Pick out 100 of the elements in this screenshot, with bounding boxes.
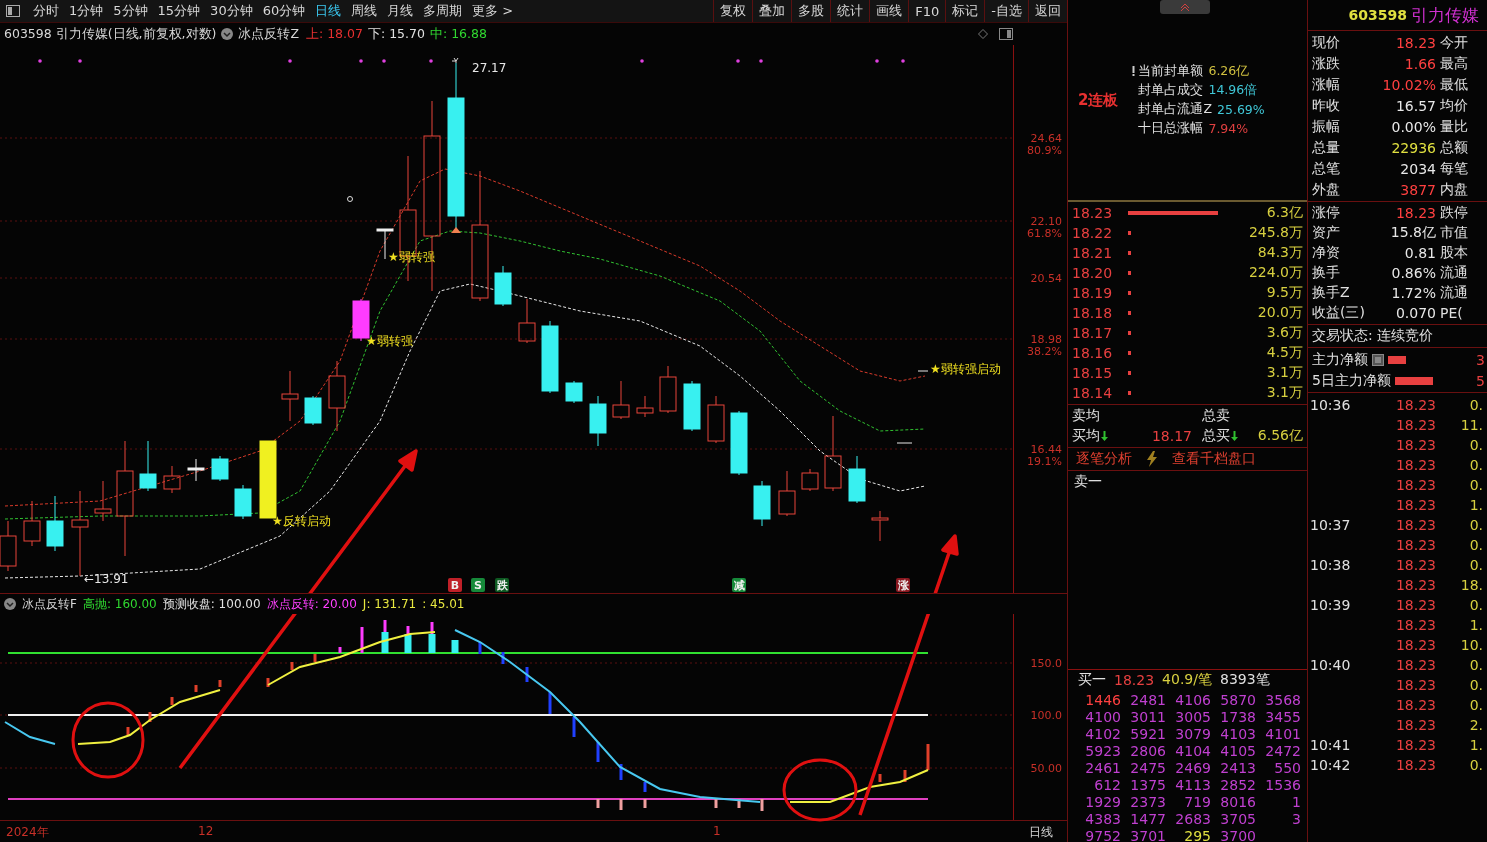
seal-value: 7.94% [1208,121,1249,136]
ask-price: 18.22 [1072,225,1114,241]
chart-title: 603598 引力传媒(日线,前复权,对数) [4,25,217,43]
indicator-bar [194,685,198,692]
tick-volume: 1. [1468,617,1484,633]
sell-total-label: 总卖 [1202,407,1230,425]
period-tab[interactable]: 多周期 [418,0,468,22]
buy-one-price: 18.23 [1114,672,1155,688]
toolbar-button[interactable]: 画线 [869,0,909,22]
indicator-bar [596,799,600,808]
indicator-line [4,721,56,745]
candlestick [187,458,205,482]
candlestick [612,380,630,420]
tick-time: 10:42 [1310,757,1351,773]
period-tab[interactable]: 5分钟 [108,0,153,22]
stat-label: 涨跌 [1312,54,1341,73]
tick-price: 18.23 [1394,657,1436,673]
peak-arrow-icon [451,57,459,64]
queue-volume: 2852 [1219,777,1256,794]
candlestick [730,410,748,476]
limit-up-label: 2连板 [1078,90,1119,110]
signal-dot [359,59,363,63]
indicator-value: 下: 15.70 [367,25,425,43]
tick-analysis-link[interactable]: 逐笔分析 [1076,450,1132,468]
marker-circle [347,196,353,202]
queue-volume: 3455 [1264,709,1301,726]
indicator-bar [643,799,647,808]
panel-toggle-icon[interactable] [999,28,1013,40]
period-label: 日线 [1029,824,1053,841]
flow-value: 5 [1476,372,1486,389]
indicator-bar [643,782,647,792]
document-icon[interactable] [1372,353,1384,366]
toolbar-button[interactable]: 叠加 [752,0,792,22]
period-tab[interactable]: 60分钟 [257,0,311,22]
toolbar-button[interactable]: 返回 [1028,0,1067,22]
candlestick [163,465,181,494]
stat-value: 15.8亿 [1389,224,1436,242]
tick-volume: 1. [1468,497,1484,513]
queue-volume: 550 [1273,760,1301,777]
order-depth-link[interactable]: 查看千档盘口 [1172,450,1256,468]
stat-label: 涨幅 [1312,75,1341,94]
queue-volume: 4103 [1219,726,1256,743]
period-tab[interactable]: 分时 [28,0,64,22]
candlestick [211,455,229,482]
candlestick [234,484,252,520]
queue-volume: 3079 [1174,726,1211,743]
tick-price: 18.23 [1394,597,1436,613]
period-tab[interactable]: 更多 > [467,0,519,22]
buy-one-label: 买一 [1078,671,1106,689]
period-tab[interactable]: 15分钟 [152,0,206,22]
indicator-bar [148,712,152,722]
toolbar-button[interactable]: -自选 [984,0,1028,22]
tick-price: 18.23 [1394,537,1436,553]
toolbar-button[interactable]: 标记 [945,0,985,22]
seal-value: 25.69% [1217,102,1265,117]
period-tab[interactable]: 月线 [382,0,419,22]
indicator-bar [478,642,482,654]
ask-price: 18.18 [1072,305,1114,321]
candlestick [518,298,536,344]
queue-volume: 4100 [1084,709,1121,726]
toolbar-button[interactable]: 多股 [791,0,831,22]
toolbar-button[interactable]: 复权 [713,0,753,22]
stat-label: 内盘 [1440,180,1468,199]
stat-label: 收益(三) [1312,304,1364,322]
indicator-name[interactable]: 冰点反转Z [238,25,299,43]
dropdown-icon[interactable] [221,28,234,40]
queue-volume: 1929 [1084,794,1121,811]
tick-volume: 0. [1468,677,1484,693]
indicator-name[interactable]: 冰点反转F [22,595,77,613]
period-tab[interactable]: 1分钟 [64,0,109,22]
stat-value: 10.02% [1381,76,1436,93]
candlestick [801,468,819,492]
period-tab[interactable]: 周线 [346,0,383,22]
ask-price: 18.23 [1072,205,1114,221]
queue-volume: 5870 [1219,692,1256,709]
toolbar-button[interactable]: 统计 [830,0,870,22]
indicator-value: 预测收盘: 100.00 [162,595,261,613]
queue-volume: 4101 [1264,726,1301,743]
indicator-bar [619,799,623,810]
stat-value: 0.070 [1394,305,1436,321]
signal-dot [759,59,763,63]
flow-label: 主力净额 [1312,350,1368,369]
tick-volume: 0. [1468,397,1484,413]
signal-dot [875,59,879,63]
stat-label: 最低 [1440,75,1468,94]
down-arrow-icon [1101,431,1108,441]
indicator-bar [737,799,741,808]
stat-label: PE( [1440,305,1463,321]
toolbar-button[interactable]: F10 [908,0,946,22]
period-tab[interactable]: 30分钟 [205,0,258,22]
queue-volume: 612 [1093,777,1121,794]
signal-dot [288,59,292,63]
collapse-button[interactable] [1160,0,1210,14]
panel-toggle-icon[interactable] [6,5,20,17]
signal-dot [78,59,82,63]
dropdown-icon[interactable] [4,598,16,610]
stat-label: 今开 [1440,33,1468,52]
period-tab[interactable]: 日线 [310,0,347,22]
ask-amount: 4.5万 [1265,344,1303,362]
lightning-icon [1146,451,1158,467]
